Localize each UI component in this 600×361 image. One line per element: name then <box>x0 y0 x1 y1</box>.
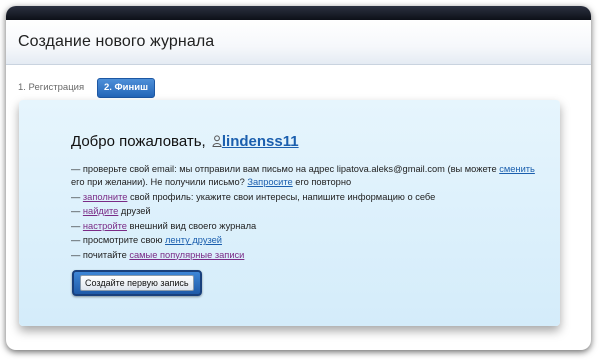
welcome-panel: Добро пожаловать, lindenss11 — проверьте… <box>19 100 560 326</box>
page-header: Создание нового журнала <box>6 20 591 65</box>
username-link[interactable]: lindenss11 <box>222 133 299 150</box>
page-title: Создание нового журнала <box>18 33 215 50</box>
step-finish: 2. Финиш <box>97 78 156 98</box>
list-item: — настройте внешний вид своего журнала <box>71 220 257 231</box>
find-friends-link[interactable]: найдите <box>83 206 118 216</box>
create-first-post-button[interactable]: Создайте первую запись <box>72 270 202 296</box>
friends-feed-link[interactable]: ленту друзей <box>165 235 222 245</box>
resend-email-link[interactable]: Запросите <box>247 177 292 187</box>
list-item: — просмотрите свою ленту друзей <box>71 235 222 246</box>
welcome-heading: Добро пожаловать, lindenss11 <box>71 133 299 150</box>
customize-style-link[interactable]: настройте <box>83 221 127 231</box>
fill-profile-link[interactable]: заполните <box>83 192 128 202</box>
list-item: — почитайте самые популярные записи <box>71 249 245 260</box>
step-registration[interactable]: 1. Регистрация <box>18 82 84 93</box>
welcome-greeting: Добро пожаловать, <box>71 133 206 150</box>
window-frame: Создание нового журнала 1. Регистрация 2… <box>6 6 591 350</box>
list-item: — заполните свой профиль: укажите свои и… <box>71 191 436 202</box>
list-item: — найдите друзей <box>71 206 151 217</box>
list-item: — проверьте свой email: мы отправили вам… <box>71 164 535 188</box>
popular-posts-link[interactable]: самые популярные записи <box>129 250 244 260</box>
user-icon <box>212 135 222 147</box>
todo-list: — проверьте свой email: мы отправили вам… <box>71 163 541 263</box>
change-email-link[interactable]: сменить <box>499 164 535 174</box>
create-first-post-label: Создайте первую запись <box>80 275 194 291</box>
top-bar <box>6 6 591 20</box>
